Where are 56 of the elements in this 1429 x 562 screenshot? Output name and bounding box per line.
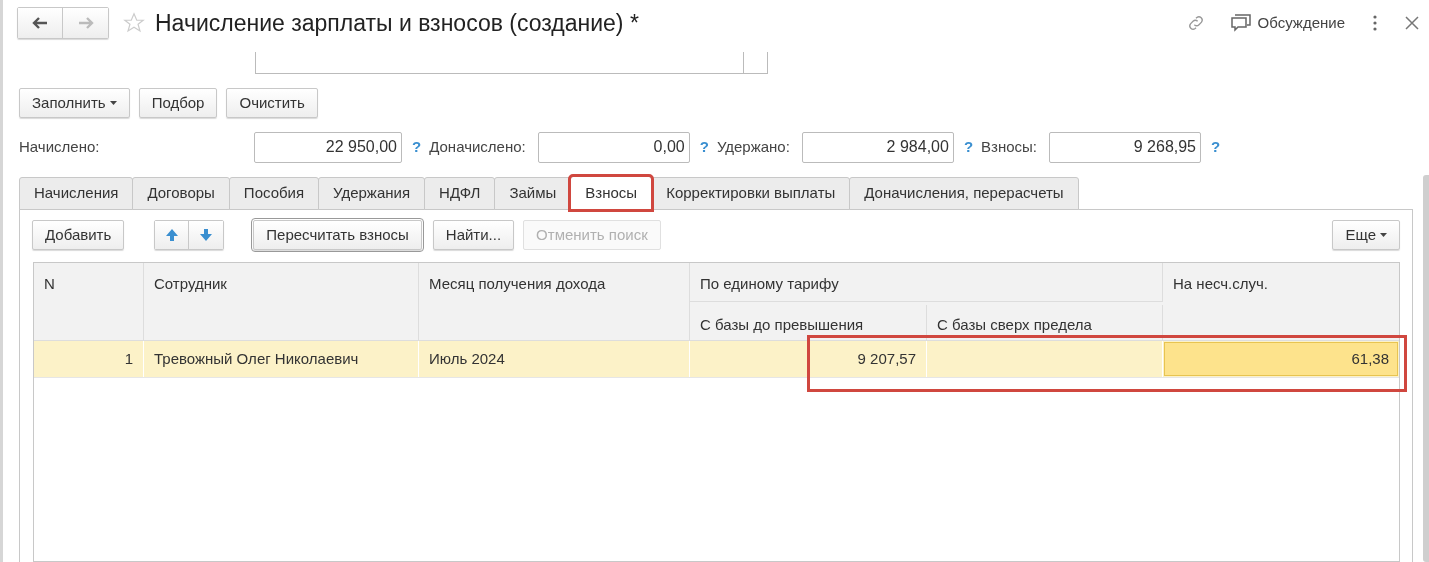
toolbar-button[interactable]: Подбор [138,88,218,118]
close-icon[interactable] [1405,16,1419,30]
field-label: Удержано: [716,136,790,157]
caret-icon [109,101,117,105]
find-button[interactable]: Найти... [432,220,515,250]
discussion-button[interactable]: Обсуждение [1229,11,1345,35]
field-label: Доначислено: [429,136,526,157]
table-row[interactable]: 1 Тревожный Олег Николаевич Июль 2024 9 207,57 61,38 [34,341,1399,378]
field-label: Начислено: [19,136,101,157]
table-cell[interactable]: 61,38 [1164,342,1398,376]
tab[interactable]: Корректировки выплаты [651,177,851,210]
arrow-down-icon [199,228,214,242]
amount-field[interactable]: 22 950,00 [254,131,402,163]
column-header[interactable]: С базы до превышения [690,305,927,340]
table-cell: Июль 2024 [419,341,690,377]
column-header[interactable]: По единому тарифу [690,263,1163,302]
tab[interactable]: Удержания [318,177,426,210]
recalculate-button[interactable]: Пересчитать взносы [253,220,422,250]
more-button[interactable]: Еще [1332,220,1400,250]
toolbar-button[interactable]: Очистить [226,88,318,118]
column-header[interactable]: Месяц получения дохода [419,263,690,340]
table-cell: 1 [34,341,144,377]
column-header[interactable]: На несч.случ. [1163,263,1399,340]
help-link[interactable]: ? [412,135,422,159]
tab[interactable]: Взносы [570,176,653,210]
move-up-button[interactable] [155,221,190,249]
help-link[interactable]: ? [963,135,974,159]
toolbar-button[interactable]: Заполнить [19,88,130,118]
department-field[interactable] [255,52,768,74]
back-button[interactable] [18,8,63,38]
amount-field[interactable]: 2 984,00 [801,131,954,163]
table-cell: Тревожный Олег Николаевич [144,341,419,377]
tab[interactable]: НДФЛ [424,177,496,210]
forward-arrow-icon [77,17,94,29]
caret-icon [1380,233,1387,237]
arrow-up-icon [164,228,179,242]
more-icon[interactable] [1373,15,1377,31]
field-label: Взносы: [981,136,1037,157]
back-arrow-icon [32,17,48,29]
tab[interactable]: Начисления [19,177,134,210]
column-header[interactable]: Сотрудник [144,263,419,340]
amount-field[interactable]: 9 268,95 [1049,131,1201,163]
tab[interactable]: Договоры [132,177,230,210]
table-cell: 9 207,57 [690,341,927,377]
tab[interactable]: Доначисления, перерасчеты [849,177,1079,210]
column-header[interactable]: С базы сверх предела [927,305,1163,340]
help-link[interactable]: ? [699,135,709,159]
tab[interactable]: Пособия [228,177,320,210]
chat-icon [1229,14,1252,32]
amount-field[interactable]: 0,00 [537,131,690,163]
help-link[interactable]: ? [1211,135,1221,159]
window-title: Начисление зарплаты и взносов (создание) * [155,8,639,38]
column-header[interactable]: N [34,263,144,340]
star-icon[interactable] [123,12,145,34]
move-down-button[interactable] [189,221,224,249]
add-button[interactable]: Добавить [32,220,125,250]
